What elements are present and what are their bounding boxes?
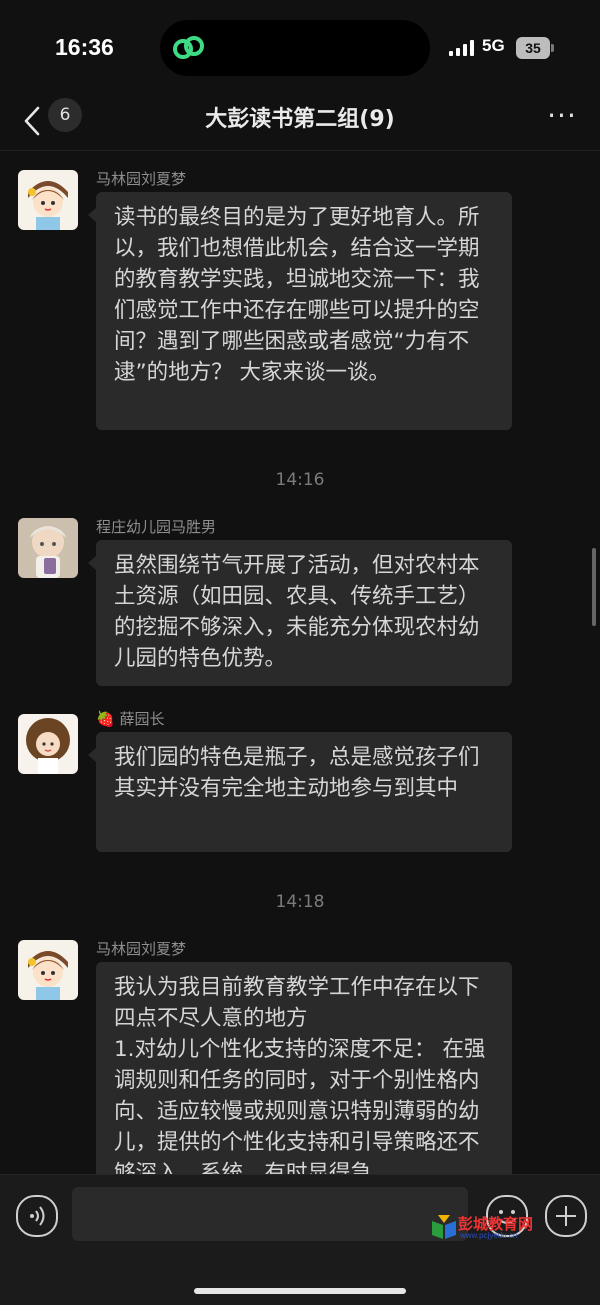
book-logo-icon xyxy=(432,1215,456,1239)
home-indicator[interactable] xyxy=(194,1288,406,1294)
voice-icon xyxy=(30,1206,45,1226)
network-type: 5G xyxy=(482,36,505,55)
avatar[interactable] xyxy=(18,940,78,1000)
chat-title: 大彭读书第二组(9) xyxy=(205,107,395,132)
message-bubble[interactable]: 我们园的特色是瓶子，总是感觉孩子们其实并没有完全地主动地参与到其中 xyxy=(88,732,512,852)
dynamic-island xyxy=(160,20,430,76)
sender-name: 🍓 薛园长 xyxy=(96,710,165,728)
scrollbar[interactable] xyxy=(592,548,596,626)
signal-icon xyxy=(449,40,474,56)
status-bar: 16:36 5G 35 xyxy=(0,0,600,95)
more-options-button[interactable]: ··· xyxy=(542,97,582,135)
sender-name: 马林园刘夏梦 xyxy=(96,940,187,958)
sender-name: 马林园刘夏梦 xyxy=(96,170,187,188)
voice-input-button[interactable] xyxy=(16,1195,58,1237)
avatar[interactable] xyxy=(18,170,78,230)
timestamp: 14:18 xyxy=(275,892,325,912)
watermark: 彭城教育网 www.pcjyedu.cn xyxy=(430,1213,545,1243)
battery-icon: 35 xyxy=(516,37,550,59)
battery-tip xyxy=(551,44,554,52)
chat-header: 6 大彭读书第二组(9) ··· xyxy=(0,95,600,151)
avatar[interactable] xyxy=(18,714,78,774)
message-bubble[interactable]: 读书的最终目的是为了更好地育人。所以，我们也想借此机会，结合这一学期的教育教学实… xyxy=(88,192,512,430)
sender-name: 程庄幼儿园马胜男 xyxy=(96,518,217,536)
timestamp: 14:16 xyxy=(275,470,325,490)
link-icon xyxy=(173,36,204,59)
more-functions-button[interactable] xyxy=(545,1195,587,1237)
clock: 16:36 xyxy=(55,34,114,60)
message-input[interactable] xyxy=(72,1187,468,1241)
avatar[interactable] xyxy=(18,518,78,578)
watermark-url: www.pcjyedu.cn xyxy=(460,1231,518,1240)
plus-icon xyxy=(556,1206,576,1226)
message-bubble[interactable]: 虽然围绕节气开展了活动，但对农村本土资源（如田园、农具、传统手工艺）的挖掘不够深… xyxy=(88,540,512,686)
